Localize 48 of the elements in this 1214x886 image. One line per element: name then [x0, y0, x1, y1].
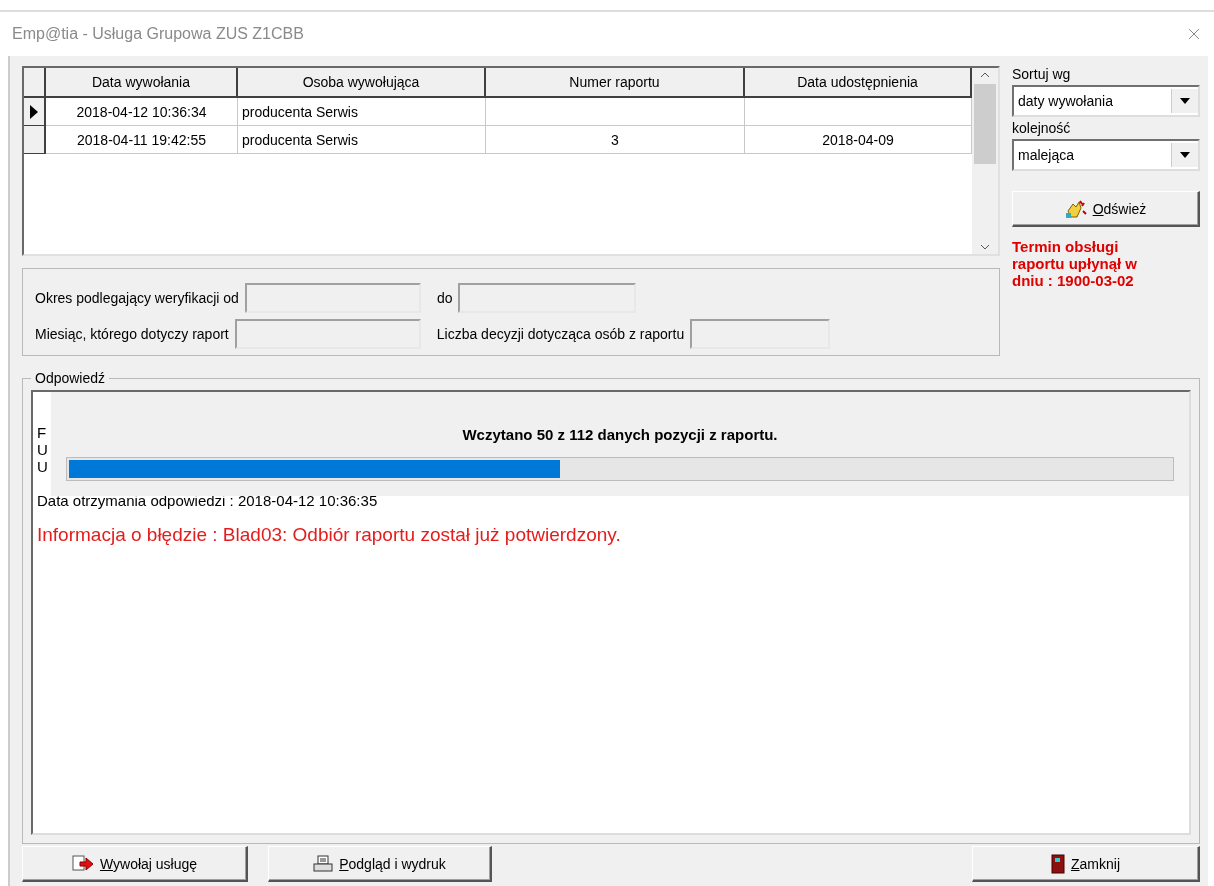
dropdown[interactable]: daty wywołania [1012, 85, 1200, 117]
input-field[interactable] [458, 283, 637, 313]
input-field[interactable] [234, 319, 421, 349]
scrollbar[interactable] [972, 68, 998, 254]
progress-message: Wczytano 50 z 112 danych pozycji z raportu. [462, 426, 778, 443]
close-icon[interactable] [1188, 28, 1200, 40]
field-label: kolejność [1012, 120, 1072, 136]
hand-sparkle-icon [1064, 198, 1087, 219]
deadline-warning: Termin obsługi raportu upłynął w dniu : 1900-03-02 [1012, 238, 1138, 289]
log-line: U [37, 441, 48, 458]
column-header[interactable]: Numer raportu [486, 68, 745, 98]
preview-button[interactable]: Podgląd i wydruk [268, 846, 492, 882]
dropdown-arrow-icon [1180, 98, 1190, 104]
page-arrow-icon [71, 854, 94, 873]
log-line: F [37, 424, 47, 441]
dropdown-arrow-icon [1180, 152, 1190, 158]
row-indicator[interactable] [24, 98, 46, 126]
window-title: Emp@tia - Usługa Grupowa ZUS Z1CBB [12, 25, 304, 43]
table-cell: 2018-04-11 19:42:55 [46, 126, 238, 154]
row-pointer-icon [30, 104, 38, 119]
field-label: do [436, 290, 453, 306]
log-line: U [37, 458, 48, 475]
log-line: Data otrzymania odpowiedzi : 2018-04-12 10:36:35 [37, 492, 378, 509]
input-field[interactable] [244, 283, 421, 313]
row-indicator[interactable] [24, 126, 46, 154]
printer-icon [313, 854, 334, 873]
column-header[interactable]: Data wywołania [46, 68, 238, 98]
input-field[interactable] [690, 319, 831, 349]
scroll-down-icon[interactable] [980, 244, 990, 250]
header-corner [24, 68, 46, 98]
dropdown[interactable]: malejąca [1012, 139, 1200, 171]
field-label: Sortuj wg [1012, 66, 1072, 82]
table-cell: 3 [486, 126, 745, 154]
error-message: Informacja o błędzie : Blad03: Odbiór raportu został już potwierdzony. [37, 526, 621, 547]
table-cell: producenta Serwis [238, 98, 486, 126]
door-icon [1051, 853, 1065, 874]
column-header[interactable]: Data udostępnienia [745, 68, 972, 98]
field-label: Okres podlegający weryfikacji od [35, 290, 239, 306]
group-title: Odpowiedź [34, 370, 107, 386]
refresh-button[interactable]: Odśwież [1012, 191, 1200, 227]
column-header[interactable]: Osoba wywołująca [238, 68, 486, 98]
scroll-up-icon[interactable] [980, 72, 990, 78]
field-label: Miesiąc, którego dotyczy raport [35, 326, 229, 342]
invoke-button[interactable]: Wywołaj usługę [22, 846, 248, 882]
table-cell: 2018-04-12 10:36:34 [46, 98, 238, 126]
close-button[interactable]: Zamknij [972, 846, 1200, 882]
table-cell: producenta Serwis [238, 126, 486, 154]
field-label: Liczba decyzji dotycząca osób z raportu [436, 326, 685, 342]
